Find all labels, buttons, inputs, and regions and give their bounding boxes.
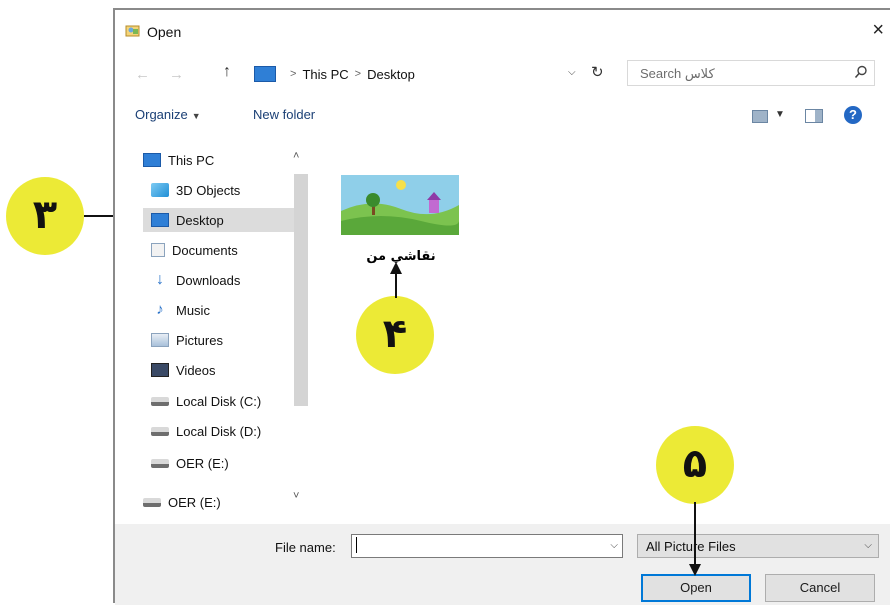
address-dropdown-chevron-icon[interactable]: ⌵: [568, 67, 576, 78]
file-type-value: All Picture Files: [646, 539, 736, 554]
breadcrumb-desktop[interactable]: Desktop: [367, 67, 415, 82]
file-type-chevron-icon: ⌵: [864, 540, 872, 551]
search-box[interactable]: Search كلاس: [627, 60, 875, 86]
image-thumbnail-icon: [341, 175, 459, 235]
view-options-chevron-icon[interactable]: ▼: [775, 109, 785, 120]
sidebar-item-label: OER (E:): [168, 494, 221, 510]
scroll-down-chevron-icon[interactable]: ˅: [293, 490, 299, 502]
sidebar-item-desktop[interactable]: Desktop: [151, 208, 224, 232]
desktop-icon: [151, 213, 169, 227]
navigation-scrollbar[interactable]: ˄ ˅: [293, 150, 308, 526]
breadcrumb-separator: >: [290, 68, 297, 80]
text-cursor: [356, 537, 357, 553]
refresh-icon[interactable]: ↻: [591, 63, 604, 81]
sidebar-item-3d-objects[interactable]: 3D Objects: [151, 178, 240, 202]
organize-label: Organize: [135, 107, 188, 122]
dialog-footer: File name: ⌵ All Picture Files ⌵ Open Ca…: [115, 524, 890, 605]
window-title: Open: [147, 24, 182, 40]
title-bar: Open ×: [115, 10, 890, 52]
sidebar-item-pictures[interactable]: Pictures: [151, 328, 223, 352]
breadcrumb-separator: >: [354, 68, 362, 80]
sidebar-item-label: This PC: [168, 152, 215, 168]
callout-4: ۴: [356, 296, 434, 374]
open-file-dialog: Open × ← → ↑ > This PC > Desktop ⌵ ↻ Sea…: [113, 8, 890, 605]
callout-5-arrowhead: [689, 564, 701, 576]
search-icon[interactable]: [854, 65, 868, 79]
search-placeholder: Search كلاس: [640, 66, 715, 81]
sidebar-item-oer-e[interactable]: OER (E:): [151, 451, 229, 475]
sidebar-item-label: Local Disk (D:): [176, 423, 262, 439]
breadcrumb-this-pc[interactable]: This PC: [302, 67, 348, 82]
sidebar-item-oer-e-root[interactable]: OER (E:): [143, 490, 221, 514]
sidebar-item-label: Local Disk (C:): [176, 393, 262, 409]
music-note-icon: ♪: [156, 301, 164, 318]
help-icon[interactable]: ?: [844, 106, 862, 124]
drive-icon: [151, 426, 169, 436]
close-icon[interactable]: ×: [872, 20, 884, 40]
pictures-icon: [151, 333, 169, 347]
callout-3: ۳: [6, 177, 84, 255]
sidebar-item-local-disk-c[interactable]: Local Disk (C:): [151, 389, 261, 413]
cube-icon: [151, 183, 169, 197]
sidebar-item-local-disk-d[interactable]: Local Disk (D:): [151, 419, 261, 443]
preview-pane-icon[interactable]: [805, 109, 823, 123]
back-arrow-icon[interactable]: ←: [135, 66, 150, 83]
scroll-up-chevron-icon[interactable]: ˄: [293, 150, 299, 162]
video-icon: [151, 363, 169, 377]
file-name-input[interactable]: ⌵: [351, 534, 623, 558]
sidebar-item-label: Music: [176, 302, 210, 318]
new-folder-button[interactable]: New folder: [253, 107, 315, 122]
file-item[interactable]: نقاشي من: [341, 175, 461, 264]
scrollbar-thumb[interactable]: [294, 174, 308, 406]
drive-icon: [143, 497, 161, 507]
command-toolbar: Organize ▼ New folder ▼ ?: [115, 102, 890, 132]
file-name-dropdown-chevron-icon[interactable]: ⌵: [610, 540, 618, 551]
forward-arrow-icon[interactable]: →: [169, 66, 184, 83]
chevron-down-icon: ▼: [191, 111, 201, 121]
sidebar-item-label: 3D Objects: [176, 182, 241, 198]
app-icon: [125, 25, 140, 37]
sidebar-item-label: Documents: [172, 242, 238, 258]
sidebar-item-documents[interactable]: Documents: [151, 238, 238, 262]
callout-5: ۵: [656, 426, 734, 504]
file-type-select[interactable]: All Picture Files ⌵: [637, 534, 879, 558]
cancel-button[interactable]: Cancel: [765, 574, 875, 602]
drive-icon: [151, 458, 169, 468]
sidebar-item-label: OER (E:): [176, 455, 229, 471]
open-button[interactable]: Open: [641, 574, 751, 602]
callout-5-arrow: [694, 502, 696, 566]
navigation-bar: ← → ↑ > This PC > Desktop ⌵ ↻ Search كلا…: [115, 58, 890, 88]
sidebar-item-downloads[interactable]: ↓ Downloads: [151, 268, 240, 292]
callout-4-arrow: [395, 272, 397, 298]
sidebar-item-videos[interactable]: Videos: [151, 358, 216, 382]
navigation-pane: This PC 3D Objects Desktop Documents ↓ D…: [115, 138, 311, 528]
sidebar-item-music[interactable]: ♪ Music: [151, 298, 210, 322]
callout-4-arrowhead: [390, 262, 402, 274]
address-bar[interactable]: > This PC > Desktop: [251, 62, 611, 86]
sidebar-item-this-pc[interactable]: This PC: [143, 148, 214, 172]
system-drive-icon: [151, 396, 169, 406]
change-view-icon[interactable]: [752, 110, 768, 123]
sidebar-item-label: Pictures: [176, 332, 223, 348]
up-arrow-icon[interactable]: ↑: [223, 63, 231, 81]
organize-menu[interactable]: Organize ▼: [135, 107, 201, 122]
sidebar-item-label: Downloads: [176, 272, 241, 288]
document-icon: [151, 243, 165, 257]
download-arrow-icon: ↓: [156, 271, 164, 288]
file-name-label: File name:: [275, 540, 336, 555]
sidebar-item-label: Desktop: [176, 212, 224, 228]
computer-icon: [254, 66, 276, 82]
computer-icon: [143, 153, 161, 167]
sidebar-item-label: Videos: [176, 362, 216, 378]
